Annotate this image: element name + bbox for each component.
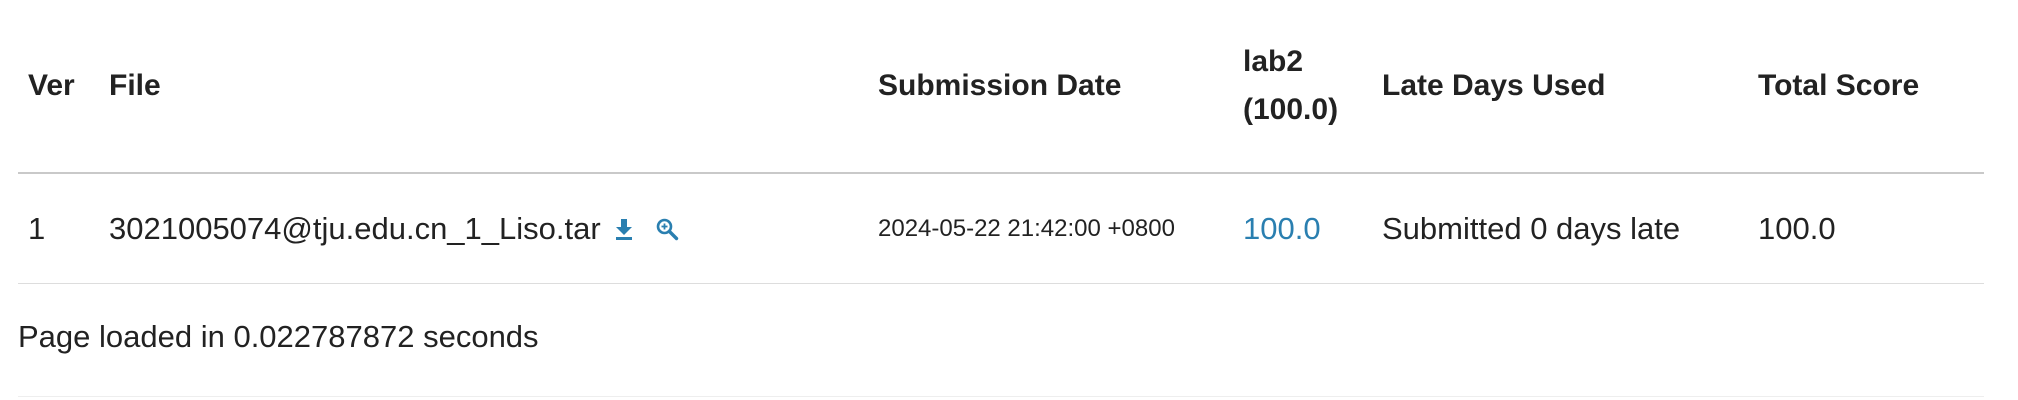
download-icon[interactable] (613, 217, 635, 241)
submissions-table: Ver File Submission Date lab2 (100.0) La… (18, 0, 1984, 284)
header-total-score: Total Score (1758, 0, 1919, 172)
page-footer: Page loaded in 0.022787872 seconds (18, 282, 1984, 397)
header-lab2-max: (100.0) (1243, 93, 1339, 126)
table-header-row: Ver File Submission Date lab2 (100.0) La… (18, 0, 1984, 174)
header-file: File (109, 0, 161, 172)
row-ver: 1 (28, 174, 45, 283)
header-submission-date: Submission Date (878, 0, 1121, 172)
total-score-value: 100.0 (1758, 210, 1836, 246)
magnifier-icon[interactable] (655, 217, 679, 241)
header-file-label: File (109, 69, 161, 102)
header-late-days: Late Days Used (1382, 0, 1605, 172)
lab2-score-link[interactable]: 100.0 (1243, 211, 1321, 247)
page-load-time: Page loaded in 0.022787872 seconds (18, 319, 539, 354)
header-total-score-label: Total Score (1758, 69, 1920, 102)
submission-date-value: 2024-05-22 21:42:00 +0800 (878, 214, 1175, 242)
row-late-days: Submitted 0 days late (1382, 174, 1680, 283)
header-ver: Ver (28, 0, 75, 172)
header-late-days-label: Late Days Used (1382, 69, 1606, 102)
header-submission-date-label: Submission Date (878, 69, 1122, 102)
row-lab2-score: 100.0 (1243, 174, 1321, 283)
row-submission-date: 2024-05-22 21:42:00 +0800 (878, 174, 1175, 283)
row-file: 3021005074@tju.edu.cn_1_Liso.tar (109, 174, 679, 283)
table-row: 1 3021005074@tju.edu.cn_1_Liso.tar 2024-… (18, 174, 1984, 284)
header-lab2: lab2 (100.0) (1243, 0, 1338, 172)
header-lab2-name: lab2 (1243, 45, 1304, 78)
header-ver-label: Ver (28, 69, 75, 102)
row-total-score: 100.0 (1758, 174, 1836, 283)
late-days-value: Submitted 0 days late (1382, 210, 1681, 246)
file-name: 3021005074@tju.edu.cn_1_Liso.tar (109, 210, 601, 246)
row-ver-value: 1 (28, 210, 46, 246)
